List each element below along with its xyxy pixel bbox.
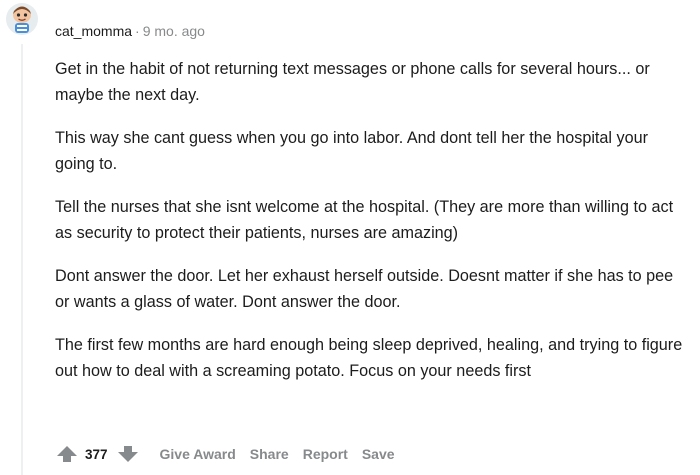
comment-paragraph: Tell the nurses that she isnt welcome at… xyxy=(55,198,674,242)
comment-body: Get in the habit of not returning text m… xyxy=(55,57,685,402)
downvote-icon[interactable] xyxy=(116,443,140,465)
timestamp[interactable]: 9 mo. ago xyxy=(143,23,205,39)
avatar[interactable] xyxy=(5,2,39,36)
report-button[interactable]: Report xyxy=(303,446,348,462)
share-button[interactable]: Share xyxy=(250,446,289,462)
score: 377 xyxy=(85,446,108,462)
thread-line[interactable] xyxy=(21,44,23,475)
comment-paragraph: The first few months are hard enough bei… xyxy=(55,336,683,380)
comment-actions: 377 Give Award Share Report Save xyxy=(55,442,395,466)
comment-paragraph: Get in the habit of not returning text m… xyxy=(55,60,650,104)
comment-paragraph: This way she cant guess when you go into… xyxy=(55,129,649,173)
save-button[interactable]: Save xyxy=(362,446,395,462)
comment-meta: cat_momma · 9 mo. ago xyxy=(55,21,205,41)
meta-separator: · xyxy=(135,23,140,39)
comment-paragraph: Dont answer the door. Let her exhaust he… xyxy=(55,267,674,311)
username[interactable]: cat_momma xyxy=(55,23,132,39)
upvote-icon[interactable] xyxy=(55,443,79,465)
give-award-button[interactable]: Give Award xyxy=(160,446,236,462)
comment: cat_momma · 9 mo. ago Get in the habit of … xyxy=(0,0,700,475)
